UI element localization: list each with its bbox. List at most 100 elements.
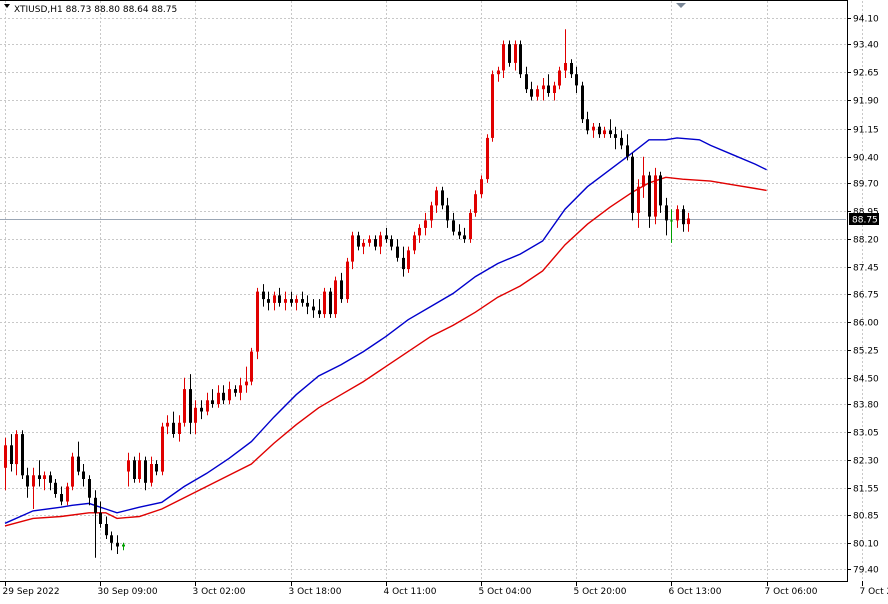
candle[interactable] <box>21 430 24 479</box>
candle[interactable] <box>133 457 136 483</box>
candle-body <box>284 299 287 303</box>
candle-body <box>200 408 203 412</box>
price-chart[interactable]: 94.1093.4092.6591.9091.1590.4089.7088.95… <box>0 0 888 600</box>
candle[interactable] <box>519 41 522 79</box>
candle-body <box>318 310 321 314</box>
candle[interactable] <box>71 453 74 491</box>
candle-body <box>166 423 169 427</box>
candle-body <box>301 299 304 303</box>
candle-body <box>452 220 455 231</box>
candle-body <box>614 134 617 138</box>
candle[interactable] <box>631 153 634 221</box>
candle[interactable] <box>491 71 494 142</box>
y-tick-label: 90.40 <box>853 154 879 164</box>
y-tick-label: 83.80 <box>853 401 879 411</box>
candle-body <box>43 475 46 479</box>
candle-body <box>575 74 578 85</box>
candle-body <box>598 127 601 135</box>
candle-body <box>178 423 181 434</box>
candle-body <box>626 145 629 156</box>
symbol-info: XTIUSD,H1 88.73 88.80 88.64 88.75 <box>14 5 177 15</box>
candle-body <box>424 220 427 228</box>
candle-body <box>430 205 433 220</box>
candle-body <box>26 475 29 486</box>
y-tick-label: 81.55 <box>853 485 879 495</box>
candle-body <box>217 393 220 404</box>
chart-area[interactable]: 94.1093.4092.6591.9091.1590.4089.7088.95… <box>0 0 888 600</box>
candle-body <box>194 408 197 423</box>
candle-body <box>110 535 113 543</box>
candle-body <box>435 190 438 205</box>
candle-body <box>116 543 119 547</box>
candle-body <box>77 457 80 472</box>
candle-body <box>642 175 645 186</box>
candle[interactable] <box>334 277 337 318</box>
candle[interactable] <box>161 423 164 476</box>
x-tick-label: 5 Oct 20:00 <box>574 587 627 597</box>
candle-body <box>670 220 673 221</box>
candle-body <box>273 295 276 303</box>
candle-body <box>637 187 640 213</box>
candle-body <box>250 352 253 382</box>
candle-body <box>407 250 410 269</box>
candle-body <box>648 175 651 216</box>
candle-body <box>530 89 533 97</box>
candle-body <box>66 487 69 502</box>
x-tick-label: 4 Oct 11:00 <box>384 587 437 597</box>
y-tick-label: 89.70 <box>853 180 879 190</box>
y-tick-label: 91.15 <box>853 126 879 136</box>
candle[interactable] <box>654 168 657 224</box>
y-tick-label: 91.90 <box>853 97 879 107</box>
candle-body <box>346 262 349 300</box>
candle[interactable] <box>486 134 489 183</box>
candle-body <box>665 205 668 220</box>
candle-body <box>592 127 595 131</box>
candle[interactable] <box>250 348 253 385</box>
candle-body <box>245 382 248 386</box>
candle-body <box>161 427 164 472</box>
candle-body <box>458 232 461 236</box>
candle-body <box>295 299 298 303</box>
candle-body <box>32 475 35 486</box>
y-tick-label: 94.10 <box>853 15 879 25</box>
candle-body <box>542 86 545 90</box>
candle-body <box>127 460 130 471</box>
x-tick-label: 7 Oct 22:00 <box>860 587 888 597</box>
candle[interactable] <box>407 247 410 273</box>
candle-body <box>183 389 186 423</box>
candle-body <box>654 175 657 216</box>
candle[interactable] <box>256 288 259 359</box>
candle-body <box>564 63 567 71</box>
plot-background <box>0 0 888 600</box>
candle[interactable] <box>581 82 584 123</box>
candle-body <box>687 219 690 225</box>
candle-body <box>446 205 449 220</box>
candle[interactable] <box>323 288 326 318</box>
candle-body <box>581 86 584 120</box>
candle-body <box>54 483 57 494</box>
candle-body <box>340 280 343 299</box>
candle-body <box>357 235 360 246</box>
candle-body <box>267 299 270 303</box>
candle[interactable] <box>474 190 477 216</box>
y-tick-label: 83.05 <box>853 429 879 439</box>
candle[interactable] <box>346 258 349 303</box>
candle[interactable] <box>469 209 472 243</box>
x-tick-label: 6 Oct 13:00 <box>669 587 722 597</box>
y-tick-label: 82.30 <box>853 457 879 467</box>
y-tick-label: 79.40 <box>853 566 879 576</box>
candle-body <box>262 292 265 300</box>
candle-body <box>211 400 214 404</box>
y-tick-label: 80.85 <box>853 512 879 522</box>
y-tick-label: 92.65 <box>853 69 879 79</box>
candle-body <box>239 385 242 393</box>
candle-body <box>558 71 561 86</box>
candle-body <box>362 243 365 247</box>
candle-body <box>553 86 556 94</box>
candle-body <box>536 89 539 97</box>
candle[interactable] <box>329 288 332 318</box>
candle-body <box>82 472 85 480</box>
candle[interactable] <box>508 41 511 67</box>
x-tick-label: 3 Oct 02:00 <box>193 587 246 597</box>
candle-body <box>323 292 326 315</box>
